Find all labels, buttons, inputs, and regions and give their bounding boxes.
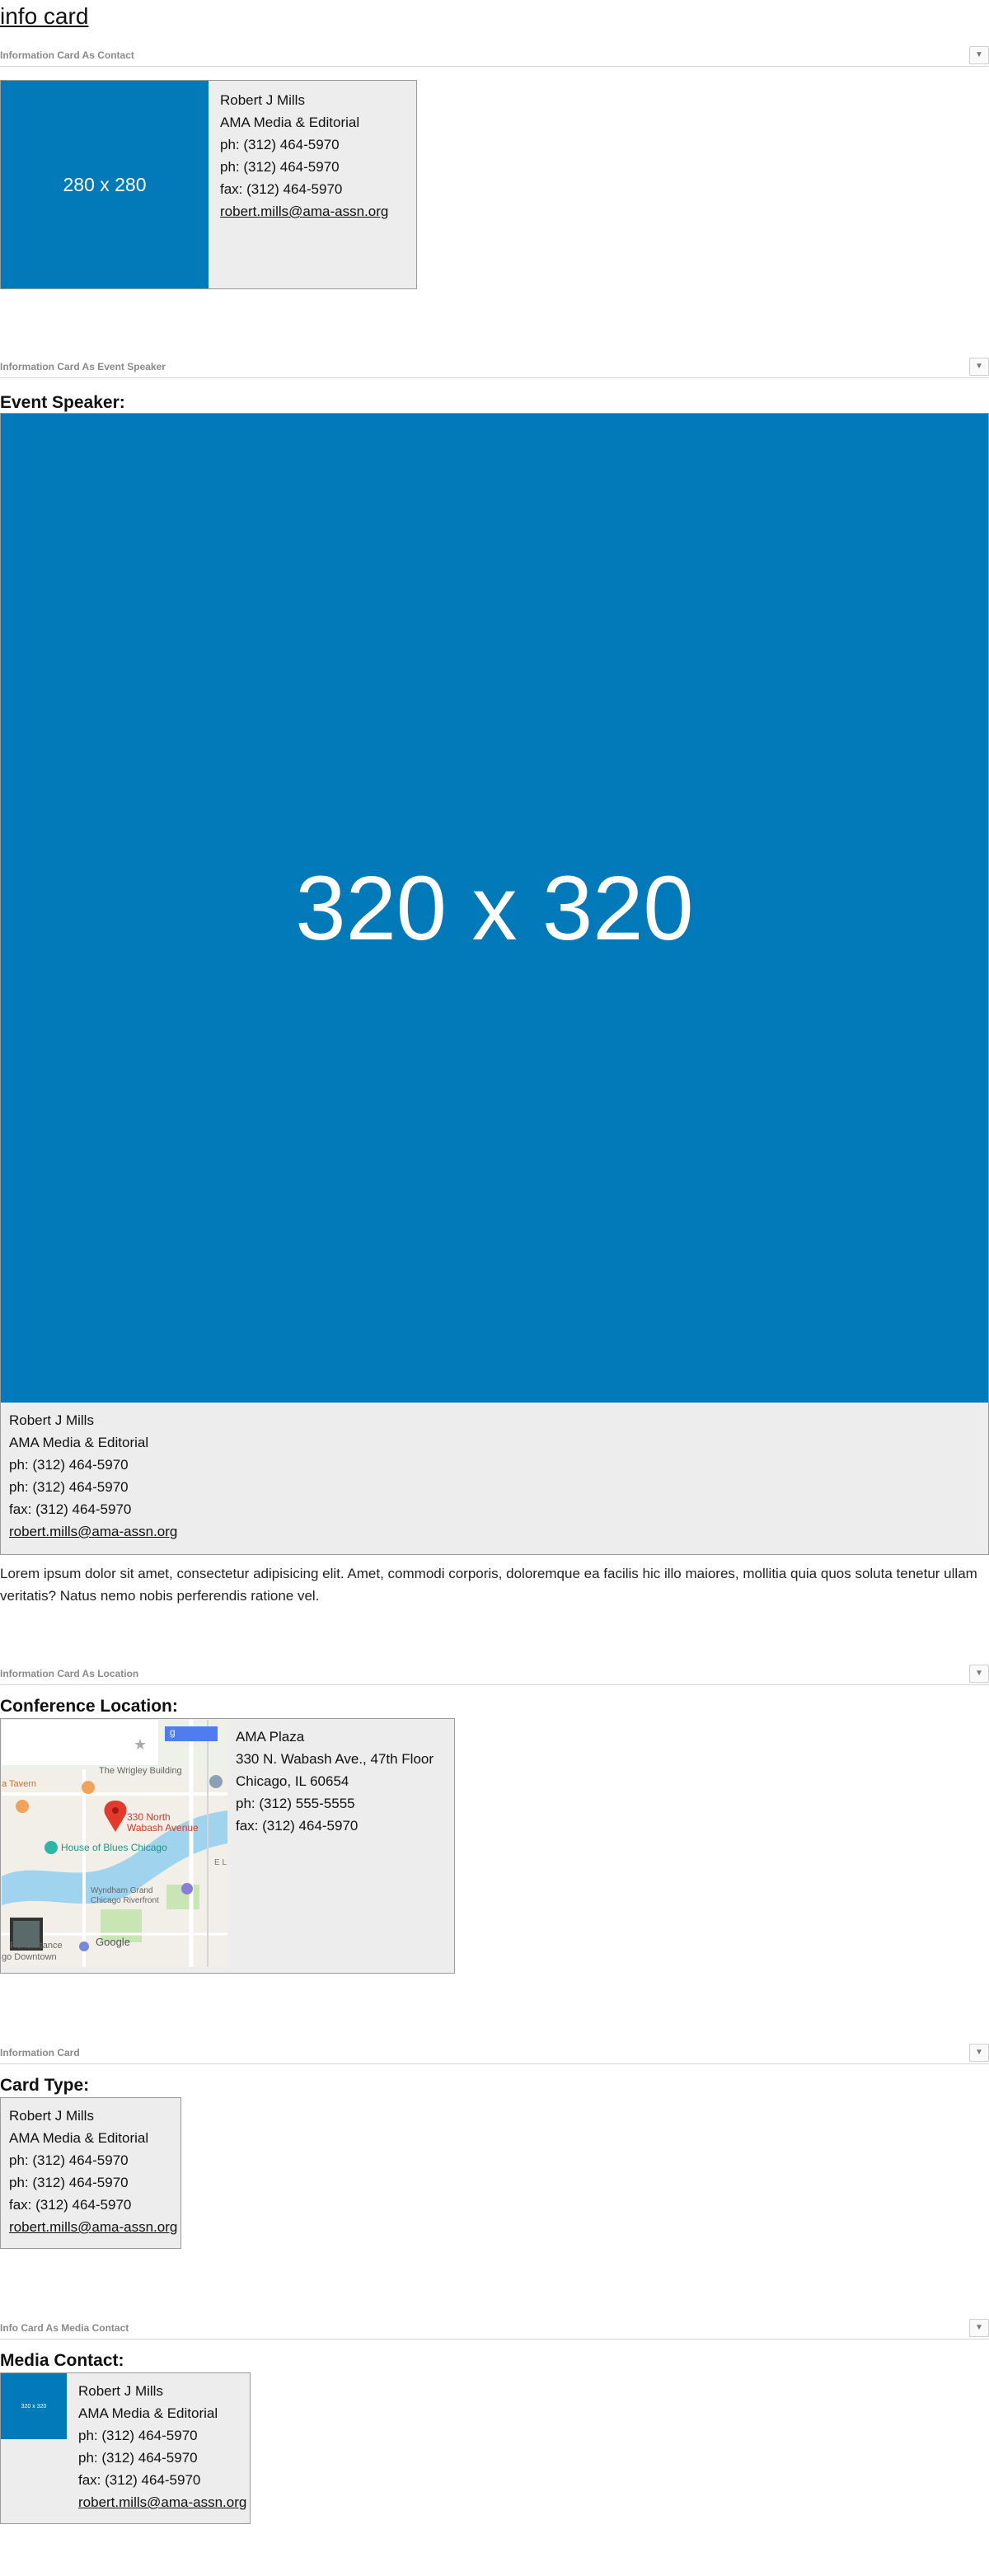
contact-info: Robert J Mills AMA Media & Editorial ph:… — [220, 89, 388, 222]
placeholder-size-text: 320 x 320 — [295, 857, 694, 959]
event-speaker-card: 320 x 320 Robert J Mills AMA Media & Edi… — [0, 413, 989, 1555]
map-pin-label-line1: 330 North — [127, 1811, 171, 1823]
section-toggle-button[interactable]: ▼ — [969, 46, 989, 64]
media-name: Robert J Mills — [78, 2383, 163, 2399]
media-fax: fax: (312) 464-5970 — [78, 2472, 201, 2488]
conference-location-heading: Conference Location: — [0, 1697, 178, 1716]
section-label: Information Card As Contact — [0, 49, 134, 61]
placeholder-size-text: 320 x 320 — [21, 2403, 47, 2410]
location-phone: ph: (312) 555-5555 — [236, 1796, 355, 1811]
card-email-link[interactable]: robert.mills@ama-assn.org — [9, 2219, 177, 2235]
placeholder-size-text: 280 x 280 — [63, 173, 147, 195]
event-speaker-heading: Event Speaker: — [0, 393, 125, 412]
media-contact-info: Robert J Mills AMA Media & Editorial ph:… — [78, 2380, 246, 2513]
card-phone-2: ph: (312) 464-5970 — [9, 2175, 129, 2190]
contact-email-link[interactable]: robert.mills@ama-assn.org — [220, 204, 388, 219]
map-poi-wyndham: Wyndham Grand Chicago Riverfront — [91, 1886, 159, 1906]
section-toggle-button[interactable]: ▼ — [969, 2044, 989, 2062]
media-org: AMA Media & Editorial — [78, 2405, 218, 2421]
section-header-information-card: Information Card ▼ — [0, 2044, 989, 2064]
contact-photo-placeholder: 280 x 280 — [1, 81, 209, 288]
section-header-media-contact: Info Card As Media Contact ▼ — [0, 2319, 989, 2339]
location-place: AMA Plaza — [236, 1729, 305, 1745]
section-header-event-speaker: Information Card As Event Speaker ▼ — [0, 358, 989, 378]
media-photo-placeholder: 320 x 320 — [1, 2373, 67, 2439]
media-email-link[interactable]: robert.mills@ama-assn.org — [78, 2494, 246, 2510]
speaker-photo-placeholder: 320 x 320 — [1, 414, 988, 1403]
media-phone: ph: (312) 464-5970 — [78, 2428, 198, 2443]
map-poi-downtown: go Downtown — [2, 1952, 57, 1962]
information-card: Robert J Mills AMA Media & Editorial ph:… — [0, 2097, 181, 2249]
map-search-icon[interactable]: g — [170, 1726, 176, 1738]
speaker-info: Robert J Mills AMA Media & Editorial ph:… — [9, 1409, 177, 1543]
section-header-contact: Information Card As Contact ▼ — [0, 46, 989, 67]
map-el-label: E L — [214, 1858, 227, 1867]
section-toggle-button[interactable]: ▼ — [969, 1665, 989, 1683]
section-toggle-button[interactable]: ▼ — [969, 358, 989, 376]
card-info: Robert J Mills AMA Media & Editorial ph:… — [9, 2105, 177, 2238]
contact-card: 280 x 280 Robert J Mills AMA Media & Edi… — [0, 80, 417, 289]
speaker-name: Robert J Mills — [9, 1412, 94, 1428]
location-city: Chicago, IL 60654 — [236, 1773, 349, 1789]
location-map[interactable]: ★ The Wrigley Building a Tavern 330 Nort… — [2, 1720, 227, 1967]
contact-fax: fax: (312) 464-5970 — [220, 181, 343, 197]
section-toggle-button[interactable]: ▼ — [969, 2319, 989, 2337]
card-type-heading: Card Type: — [0, 2076, 90, 2095]
contact-org: AMA Media & Editorial — [220, 115, 360, 130]
star-icon: ★ — [134, 1736, 147, 1754]
card-name: Robert J Mills — [9, 2108, 94, 2124]
map-pin-label-line2: Wabash Avenue — [127, 1822, 199, 1834]
speaker-org: AMA Media & Editorial — [9, 1435, 149, 1450]
map-pin-label: 330 North Wabash Avenue — [127, 1812, 199, 1834]
map-poi-tavern: a Tavern — [2, 1779, 36, 1789]
card-phone: ph: (312) 464-5970 — [9, 2152, 129, 2168]
contact-name: Robert J Mills — [220, 92, 305, 108]
location-street: 330 N. Wabash Ave., 47th Floor — [236, 1751, 434, 1767]
section-label: Information Card — [0, 2047, 80, 2058]
speaker-phone: ph: (312) 464-5970 — [9, 1457, 129, 1473]
map-poi-wrigley: The Wrigley Building — [99, 1766, 182, 1776]
map-poi-wyndham-line1: Wyndham Grand — [91, 1886, 153, 1895]
media-contact-card: 320 x 320 Robert J Mills AMA Media & Edi… — [0, 2372, 251, 2524]
contact-phone: ph: (312) 464-5970 — [220, 137, 340, 152]
section-label: Information Card As Location — [0, 1668, 139, 1679]
google-logo: Google — [96, 1936, 130, 1948]
section-label: Info Card As Media Contact — [0, 2322, 129, 2334]
map-poi-renaissance: Renaissance — [10, 1941, 63, 1951]
map-poi-house-of-blues: House of Blues Chicago — [61, 1842, 167, 1853]
card-fax: fax: (312) 464-5970 — [9, 2197, 132, 2213]
page-title[interactable]: info card — [0, 2, 88, 31]
location-info: AMA Plaza 330 N. Wabash Ave., 47th Floor… — [236, 1726, 434, 1837]
speaker-email-link[interactable]: robert.mills@ama-assn.org — [9, 1524, 177, 1539]
section-label: Information Card As Event Speaker — [0, 361, 166, 372]
location-fax: fax: (312) 464-5970 — [236, 1818, 359, 1834]
card-org: AMA Media & Editorial — [9, 2130, 149, 2146]
contact-phone-2: ph: (312) 464-5970 — [220, 159, 340, 175]
section-header-location: Information Card As Location ▼ — [0, 1665, 989, 1685]
map-poi-wyndham-line2: Chicago Riverfront — [91, 1896, 159, 1905]
media-phone-2: ph: (312) 464-5970 — [78, 2450, 198, 2466]
speaker-description: Lorem ipsum dolor sit amet, consectetur … — [0, 1566, 977, 1604]
media-contact-heading: Media Contact: — [0, 2351, 124, 2370]
speaker-phone-2: ph: (312) 464-5970 — [9, 1479, 129, 1495]
speaker-fax: fax: (312) 464-5970 — [9, 1501, 132, 1517]
